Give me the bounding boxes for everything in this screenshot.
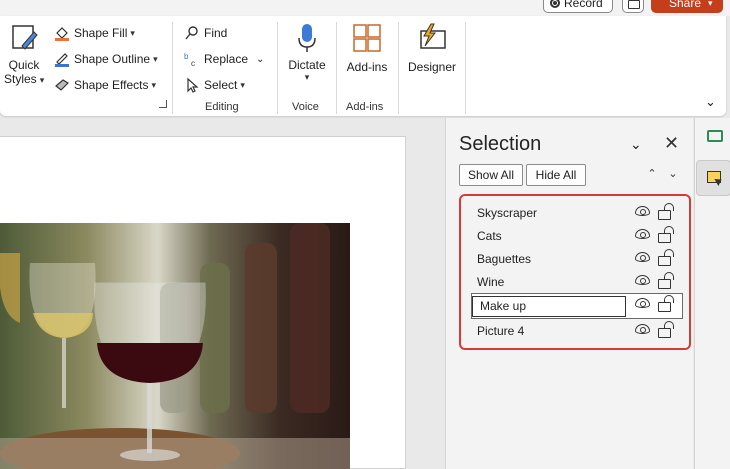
layer-name: Skyscraper [477, 206, 538, 220]
paint-bucket-icon [54, 25, 70, 41]
pane-title: Selection [459, 133, 542, 155]
shape-effects-icon [54, 77, 70, 93]
layer-name: Cats [477, 229, 502, 243]
layer-row-baguettes[interactable]: Baguettes [472, 248, 682, 270]
layer-name: Baguettes [477, 252, 532, 266]
record-icon [550, 0, 560, 8]
shape-effects-button[interactable]: Shape Effects ▾ [54, 74, 156, 96]
chevron-down-icon: ▾ [304, 72, 310, 82]
share-label: Share [669, 0, 702, 10]
add-ins-group-label: Add-ins [346, 101, 384, 113]
quick-styles-label-2: Styles ▾ [4, 72, 45, 86]
unlock-icon[interactable] [658, 249, 674, 266]
group-separator [465, 22, 466, 114]
add-ins-label: Add-ins [346, 60, 388, 74]
voice-group-label: Voice [292, 101, 319, 113]
layer-row-skyscraper[interactable]: Skyscraper [472, 202, 682, 224]
find-button[interactable]: Find [184, 22, 227, 44]
designer-icon [416, 22, 448, 54]
collapse-ribbon-icon[interactable]: ⌄ [705, 94, 716, 110]
bring-forward-chevron-up-icon[interactable]: ⌃ [644, 166, 660, 182]
editing-group-label: Editing [205, 101, 239, 113]
layer-row-make-up[interactable]: Make up [471, 293, 683, 319]
visibility-eye-icon[interactable] [635, 324, 650, 334]
chevron-down-icon: ▾ [151, 79, 157, 90]
comments-button[interactable] [622, 0, 644, 13]
chevron-down-icon[interactable]: ⌄ [256, 54, 264, 65]
visibility-eye-icon[interactable] [635, 275, 650, 285]
dictate-button[interactable]: Dictate ▾ [284, 22, 330, 83]
title-bar-strip [0, 0, 730, 16]
find-label: Find [204, 26, 228, 40]
hide-all-button[interactable]: Hide All [526, 164, 586, 186]
select-button[interactable]: Select ▾ [184, 74, 245, 96]
send-backward-chevron-down-icon[interactable]: ⌄ [665, 166, 681, 182]
dictate-label: Dictate [288, 58, 326, 72]
chevron-down-icon: ▾ [153, 53, 158, 64]
replace-icon: bc [184, 51, 200, 68]
selection-pane-toggle[interactable] [696, 160, 730, 196]
group-separator [277, 22, 278, 114]
replace-button[interactable]: bc Replace [184, 48, 248, 70]
group-separator [398, 22, 399, 114]
slide-editor [0, 118, 444, 469]
layer-name: Picture 4 [477, 324, 525, 338]
selection-pane: Selection ⌄ ✕ Show All Hide All ⌃ ⌄ Skys… [445, 118, 693, 469]
shape-outline-button[interactable]: Shape Outline ▾ [54, 48, 158, 70]
designer-button[interactable]: Designer [405, 22, 459, 74]
visibility-eye-icon[interactable] [635, 206, 650, 216]
quick-styles-label-1: Quick [8, 58, 40, 72]
visibility-eye-icon[interactable] [635, 252, 650, 262]
unlock-icon[interactable] [658, 321, 674, 338]
chevron-down-icon: ▾ [240, 79, 245, 90]
visibility-eye-icon[interactable] [635, 298, 650, 308]
group-separator [336, 22, 337, 114]
slide-canvas[interactable] [0, 136, 406, 469]
shape-outline-label: Shape Outline [74, 52, 151, 66]
shape-fill-button[interactable]: Shape Fill ▾ [54, 22, 135, 44]
show-all-button[interactable]: Show All [459, 164, 523, 186]
ribbon: Quick Styles ▾ Shape Fill ▾ Shape Outline ▾… [0, 16, 726, 116]
pane-options-chevron-icon[interactable]: ⌄ [630, 136, 642, 153]
svg-text:c: c [191, 59, 195, 67]
quick-styles-button[interactable]: Quick Styles ▾ [4, 22, 44, 86]
share-button[interactable]: Share ▾ [651, 0, 723, 13]
layer-row-wine[interactable]: Wine [472, 271, 682, 293]
layer-name-edit-field[interactable]: Make up [472, 295, 626, 317]
record-label: Record [564, 0, 603, 10]
shape-effects-label: Shape Effects [74, 78, 149, 92]
slide-layout-icon[interactable] [707, 130, 723, 142]
selection-pane-icon [707, 171, 721, 183]
chevron-down-icon: ▾ [708, 0, 713, 8]
side-task-strip [694, 118, 730, 469]
unlock-icon[interactable] [658, 226, 674, 243]
quick-styles-icon [8, 22, 40, 54]
close-icon[interactable]: ✕ [664, 133, 679, 154]
chevron-down-icon: ▾ [39, 75, 45, 85]
shape-fill-label: Shape Fill [74, 26, 128, 40]
dialog-launcher-icon[interactable] [159, 100, 167, 108]
add-ins-button[interactable]: Add-ins [342, 22, 392, 74]
pen-outline-icon [54, 51, 70, 67]
replace-label: Replace [204, 52, 249, 66]
unlock-icon[interactable] [658, 295, 674, 312]
layer-row-cats[interactable]: Cats [472, 225, 682, 247]
visibility-eye-icon[interactable] [635, 229, 650, 239]
group-separator [172, 22, 173, 114]
select-label: Select [204, 78, 238, 92]
layer-name: Wine [477, 275, 505, 289]
svg-text:b: b [184, 52, 189, 61]
search-icon [184, 25, 200, 41]
add-ins-icon [351, 22, 383, 54]
record-button[interactable]: Record [543, 0, 613, 13]
microphone-icon [291, 22, 323, 54]
cursor-icon [184, 77, 200, 93]
chevron-down-icon: ▾ [130, 27, 135, 38]
unlock-icon[interactable] [658, 272, 674, 289]
unlock-icon[interactable] [658, 203, 674, 220]
wine-glasses-photo[interactable] [0, 223, 350, 469]
layer-row-picture-4[interactable]: Picture 4 [472, 320, 682, 342]
designer-label: Designer [407, 60, 457, 74]
